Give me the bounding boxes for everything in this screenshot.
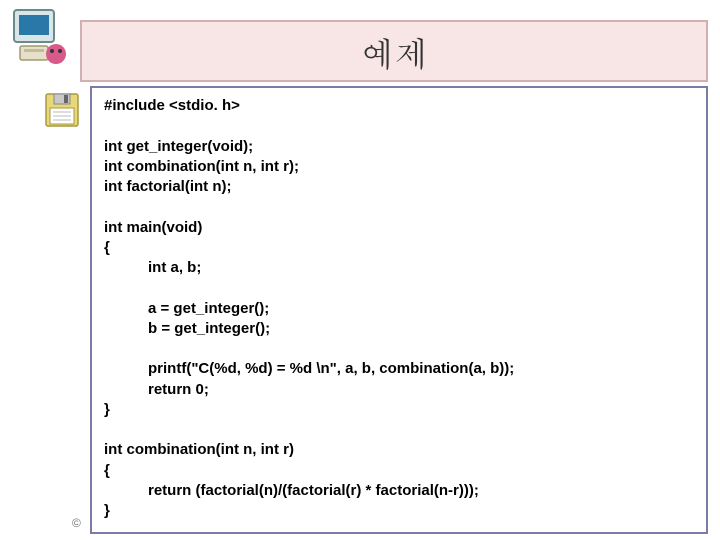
code-line: int a, b;	[104, 258, 694, 278]
computer-icon	[10, 6, 74, 70]
code-line: int factorial(int n);	[104, 177, 694, 197]
code-line: int get_integer(void);	[104, 137, 694, 157]
code-blank	[104, 197, 694, 217]
code-line: int combination(int n, int r);	[104, 157, 694, 177]
code-blank	[104, 278, 694, 298]
code-line: int main(void)	[104, 218, 694, 238]
code-line: return 0;	[104, 380, 694, 400]
code-line: printf("C(%d, %d) = %d \n", a, b, combin…	[104, 359, 694, 379]
page-title: 예제	[360, 27, 428, 76]
copyright-symbol: ©	[72, 516, 81, 530]
code-line: int combination(int n, int r)	[104, 440, 694, 460]
code-blank	[104, 116, 694, 136]
floppy-disk-icon	[44, 92, 80, 128]
code-line: b = get_integer();	[104, 319, 694, 339]
code-line: #include <stdio. h>	[104, 96, 694, 116]
code-box: #include <stdio. h> int get_integer(void…	[90, 86, 708, 534]
code-line: {	[104, 238, 694, 258]
code-line: }	[104, 501, 694, 521]
title-bar: 예제	[80, 20, 708, 82]
code-line: }	[104, 400, 694, 420]
code-line: a = get_integer();	[104, 299, 694, 319]
code-line: return (factorial(n)/(factorial(r) * fac…	[104, 481, 694, 501]
code-blank	[104, 339, 694, 359]
code-line: {	[104, 461, 694, 481]
code-blank	[104, 420, 694, 440]
